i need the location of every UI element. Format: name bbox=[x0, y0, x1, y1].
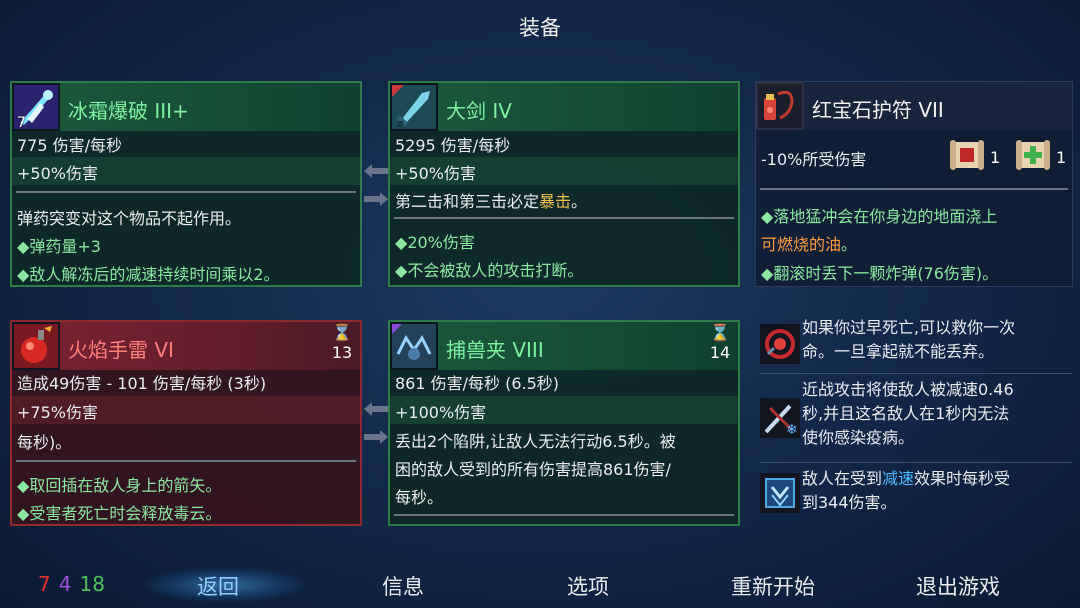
item-name: 大剑 IV bbox=[446, 99, 512, 123]
item-affix: ◆不会被敌人的攻击打断。 bbox=[395, 261, 584, 280]
nav-options-button[interactable]: 选项 bbox=[513, 571, 663, 601]
mutation-slow-damage[interactable]: 敌人在受到减速效果时每秒受 到344伤害。 bbox=[760, 467, 1072, 521]
scroll-health-icon bbox=[1014, 136, 1052, 174]
frost-melee-mutation-icon: ❄ bbox=[760, 398, 800, 438]
item-affix: ◆20%伤害 bbox=[395, 233, 475, 252]
item-affix-cont: 可燃烧的油。 bbox=[761, 235, 858, 254]
wolf-trap-icon bbox=[390, 322, 438, 370]
hourglass-icon: ⌛ bbox=[332, 323, 352, 342]
card-divider bbox=[394, 217, 734, 219]
amulet-icon bbox=[756, 82, 804, 130]
frost-blast-icon: 7 bbox=[12, 83, 60, 131]
card-divider bbox=[394, 514, 734, 516]
item-count: 7 bbox=[17, 115, 26, 131]
item-dps: 861 伤害/每秒 (6.5秒) bbox=[395, 374, 560, 393]
item-bonus: +50%伤害 bbox=[17, 164, 98, 183]
item-desc: 困的敌人受到的所有伤害提高861伤害/ bbox=[395, 460, 671, 479]
item-dps: 造成49伤害 - 101 伤害/每秒 (3秒) bbox=[17, 374, 267, 393]
arrow-right-icon bbox=[364, 192, 388, 206]
item-name: 红宝石护符 VII bbox=[812, 98, 944, 122]
nav-back-button[interactable]: 返回 bbox=[143, 571, 293, 601]
mutation-text: 命。一旦拿起就不能丢弃。 bbox=[802, 342, 995, 361]
arrow-right-icon bbox=[364, 430, 388, 444]
item-bonus: +50%伤害 bbox=[395, 164, 476, 183]
card-header bbox=[390, 322, 738, 370]
item-affix: ◆翻滚时丢下一颗炸弹(76伤害)。 bbox=[761, 264, 999, 283]
stat-survival: 18 bbox=[79, 572, 105, 596]
item-dps: 775 伤害/每秒 bbox=[17, 136, 123, 155]
mutation-text: 如果你过早死亡,可以救你一次 bbox=[802, 318, 1016, 337]
cooldown-value: 13 bbox=[331, 343, 353, 362]
item-bonus: +75%伤害 bbox=[17, 403, 98, 422]
card-header bbox=[390, 83, 738, 131]
item-desc: 丢出2个陷阱,让敌人无法行动6.5秒。被 bbox=[395, 432, 676, 451]
scroll-count: 1 bbox=[990, 148, 1001, 167]
nav-info-button[interactable]: 信息 bbox=[328, 571, 478, 601]
item-card-frost-blast[interactable]: 7 冰霜爆破 III+ 775 伤害/每秒 +50%伤害 弹药突变对这个物品不起… bbox=[10, 81, 362, 287]
scroll-stats: 7 4 18 bbox=[38, 572, 113, 596]
bottom-nav-bar: 7 4 18 返回 信息 选项 重新开始 退出游戏 bbox=[0, 562, 1080, 608]
scroll-brutality-icon bbox=[948, 136, 986, 174]
item-stat: -10%所受伤害 bbox=[761, 150, 867, 169]
slow-damage-mutation-icon bbox=[760, 473, 800, 513]
stat-brutality: 7 bbox=[38, 572, 51, 596]
item-name: 火焰手雷 VI bbox=[68, 338, 174, 362]
card-header bbox=[12, 322, 360, 370]
item-affix: ◆落地猛冲会在你身边的地面浇上 bbox=[761, 207, 998, 226]
item-note: 弹药突变对这个物品不起作用。 bbox=[17, 209, 242, 228]
item-card-broadsword[interactable]: 大剑 IV 5295 伤害/每秒 +50%伤害 第二击和第三击必定暴击。 ◆20… bbox=[388, 81, 740, 287]
mutation-text: 秒,并且这名敌人在1秒内无法 bbox=[802, 404, 1010, 423]
item-dps: 5295 伤害/每秒 bbox=[395, 136, 511, 155]
item-affix: ◆敌人解冻后的减速持续时间乘以2。 bbox=[17, 265, 280, 284]
cooldown-value: 14 bbox=[709, 343, 731, 362]
nav-quit-button[interactable]: 退出游戏 bbox=[883, 571, 1033, 601]
item-bonus: +100%伤害 bbox=[395, 403, 487, 422]
mutation-divider bbox=[760, 373, 1072, 374]
item-effect: 第二击和第三击必定暴击。 bbox=[395, 192, 588, 211]
mutation-text: 近战攻击将使敌人被减速0.46 bbox=[802, 380, 1014, 399]
hourglass-icon: ⌛ bbox=[710, 323, 730, 342]
mutation-text: 到344伤害。 bbox=[802, 493, 897, 512]
item-desc: 每秒。 bbox=[395, 488, 444, 507]
mutation-revive[interactable]: 如果你过早死亡,可以救你一次 命。一旦拿起就不能丢弃。 bbox=[760, 316, 1072, 370]
broadsword-icon bbox=[390, 83, 438, 131]
arrow-left-icon bbox=[364, 164, 388, 178]
item-affix: ◆受害者死亡时会释放毒云。 bbox=[17, 504, 222, 523]
arrow-left-icon bbox=[364, 402, 388, 416]
card-divider bbox=[760, 188, 1068, 190]
card-divider bbox=[16, 460, 356, 462]
cooldown-timer: ⌛ 14 bbox=[708, 324, 732, 364]
mutation-text: 使你感染疫病。 bbox=[802, 428, 915, 447]
cooldown-timer: ⌛ 13 bbox=[330, 324, 354, 364]
screen-title: 装备 bbox=[519, 16, 561, 40]
stat-tactics: 4 bbox=[58, 572, 72, 596]
item-affix: ◆取回插在敌人身上的箭矢。 bbox=[17, 476, 222, 495]
item-affix: ◆弹药量+3 bbox=[17, 237, 101, 256]
nav-restart-button[interactable]: 重新开始 bbox=[698, 571, 848, 601]
mutation-frost-melee[interactable]: ❄ 近战攻击将使敌人被减速0.46 秒,并且这名敌人在1秒内无法 使你感染疫病。 bbox=[760, 378, 1072, 460]
item-card-ruby-amulet[interactable]: 红宝石护符 VII -10%所受伤害 ◆落地猛冲会在你身边的地面浇上 可燃烧的油… bbox=[755, 81, 1073, 287]
card-divider bbox=[16, 191, 356, 193]
item-name: 捕兽夹 VIII bbox=[446, 338, 544, 362]
svg-text:❄: ❄ bbox=[786, 422, 798, 438]
fire-grenade-icon bbox=[12, 322, 60, 370]
item-name: 冰霜爆破 III+ bbox=[68, 99, 189, 123]
revive-mutation-icon bbox=[760, 324, 800, 364]
item-effect: 每秒)。 bbox=[17, 433, 72, 452]
mutation-divider bbox=[760, 462, 1072, 463]
item-card-wolf-trap[interactable]: 捕兽夹 VIII ⌛ 14 861 伤害/每秒 (6.5秒) +100%伤害 丢… bbox=[388, 320, 740, 526]
scroll-count: 1 bbox=[1056, 148, 1067, 167]
item-card-fire-grenade[interactable]: 火焰手雷 VI ⌛ 13 造成49伤害 - 101 伤害/每秒 (3秒) +75… bbox=[10, 320, 362, 526]
mutation-text: 敌人在受到减速效果时每秒受 bbox=[802, 469, 1011, 488]
